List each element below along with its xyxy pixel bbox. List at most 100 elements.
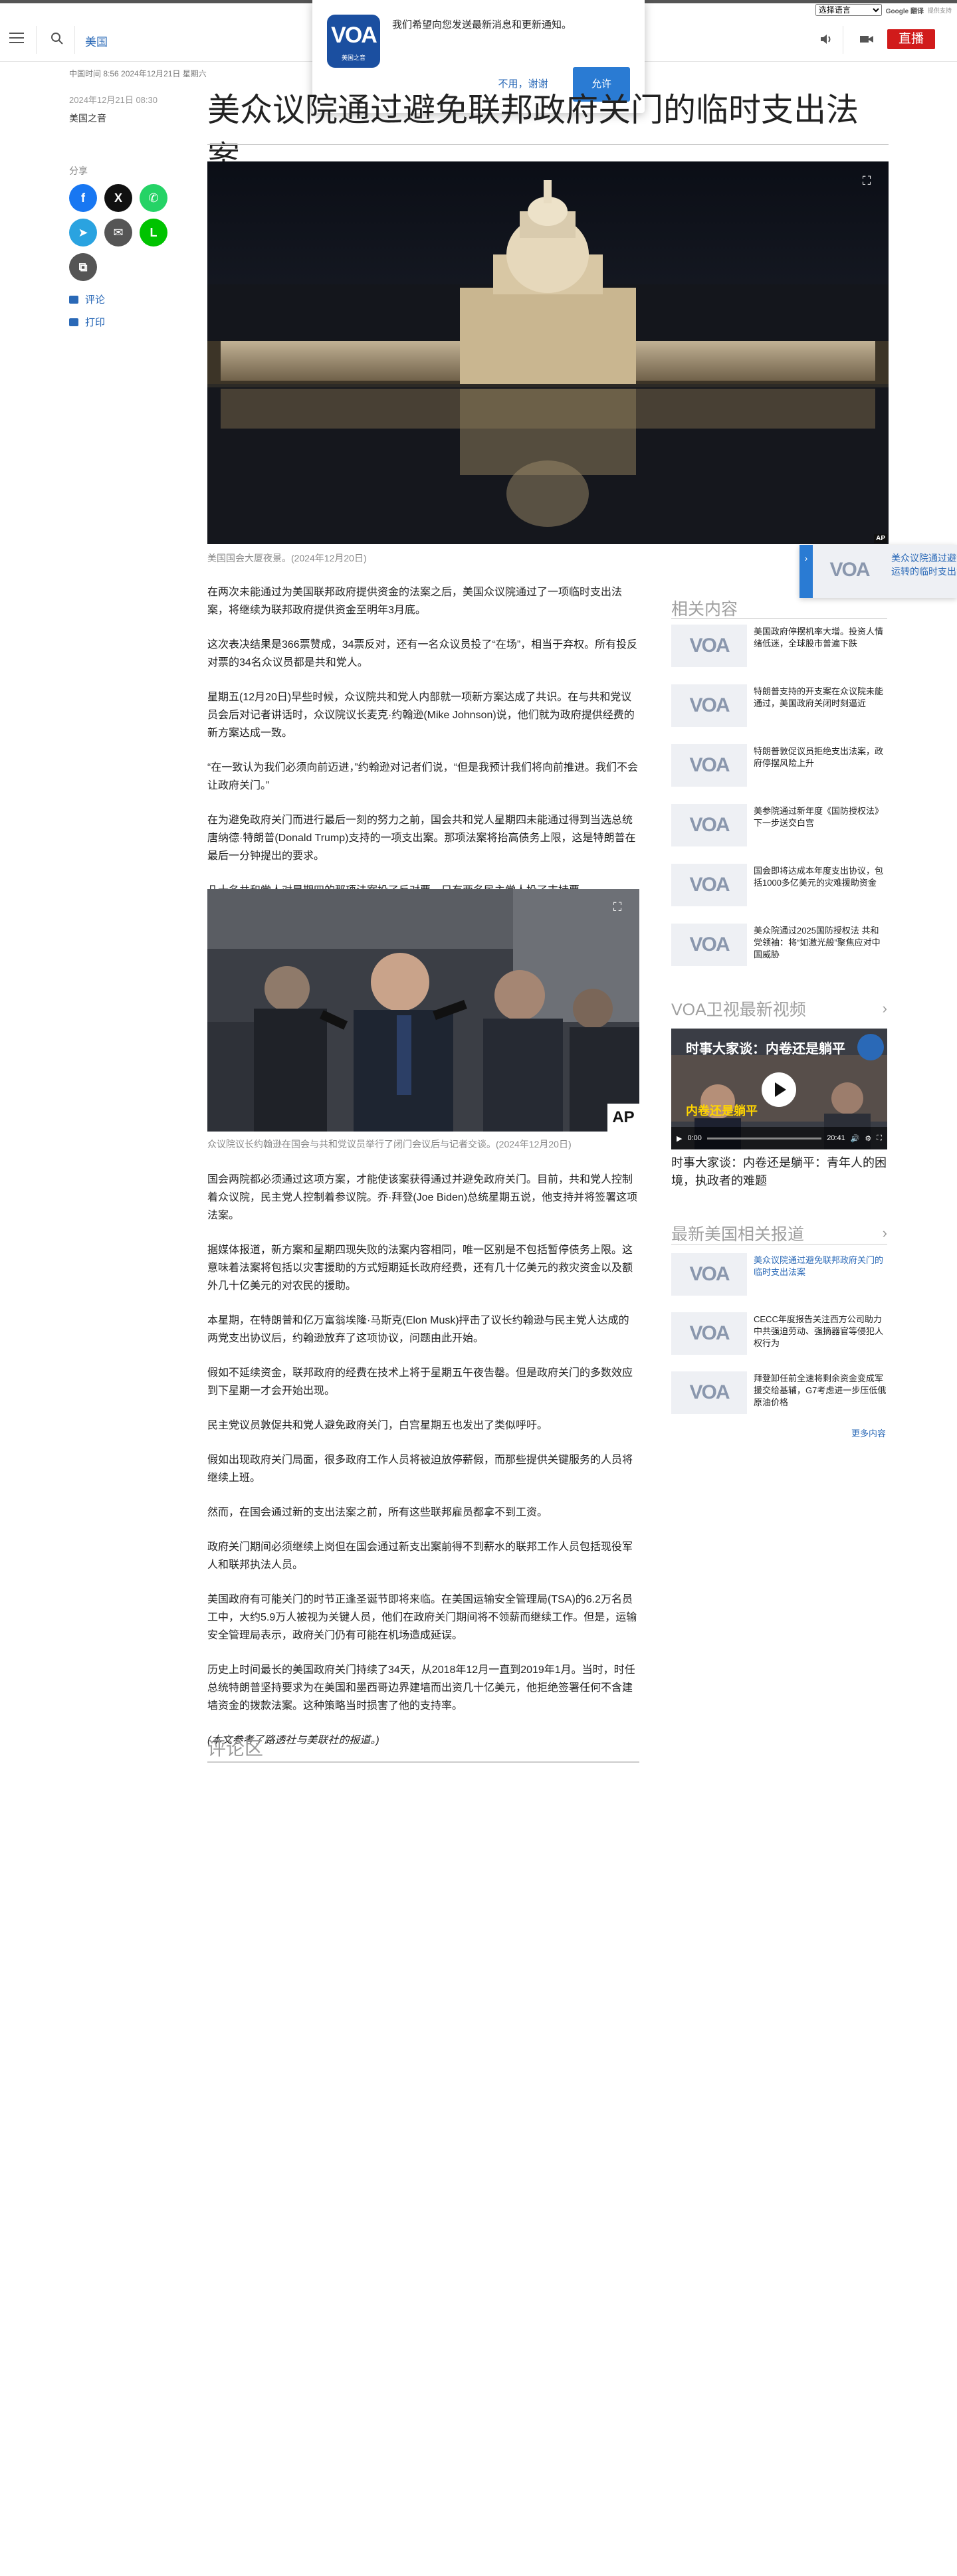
headline-divider <box>207 144 889 145</box>
comments-link[interactable]: 评论 <box>69 292 105 306</box>
photo-credit: AP <box>874 534 887 543</box>
video-caption[interactable]: 时事大家谈：内卷还是躺平：青年人的困境，执政者的难题 <box>671 1154 891 1190</box>
voa-logo: VOA 美国之音 <box>327 15 380 68</box>
email-share-button[interactable]: ✉ <box>104 219 132 247</box>
voa-thumbnail: VOA <box>671 924 747 966</box>
facebook-share-button[interactable]: f <box>69 184 97 212</box>
latest-item[interactable]: VOA 美众议院通过避免联邦政府关门的临时支出法案 <box>671 1253 887 1298</box>
video-progress-bar[interactable] <box>706 1137 822 1139</box>
print-link-label: 打印 <box>85 317 106 328</box>
audio-icon[interactable] <box>819 32 833 47</box>
print-link[interactable]: 打印 <box>69 315 105 329</box>
share-label: 分享 <box>69 165 88 176</box>
whatsapp-share-button[interactable]: ✆ <box>140 184 167 212</box>
settings-icon[interactable]: ⚙ <box>865 1134 871 1143</box>
comments-link-label: 评论 <box>85 294 106 306</box>
sticky-title-line: 美众议院通过避免联邦政 <box>891 553 957 563</box>
article-paragraph: 国会两院都必须通过这项方案，才能使该案获得通过并避免政府关门。目前，共和党人控制… <box>207 1174 638 1221</box>
related-item[interactable]: VOA 特朗普敦促议员拒绝支出法案，政府停摆风险上升 <box>671 744 887 789</box>
publish-date: 2024年12月21日 08:30 <box>69 95 158 105</box>
voa-thumbnail: VOA <box>671 744 747 787</box>
live-button[interactable]: 直播 <box>887 29 935 49</box>
notification-message: 我们希望向您发送最新消息和更新通知。 <box>392 19 572 31</box>
expand-image-icon[interactable]: ⛶ <box>607 897 627 917</box>
comments-heading: 评论区 <box>207 1738 264 1759</box>
google-translate-widget: 选择语言 Google 翻译 提供支持 <box>815 4 952 16</box>
article-paragraph: 本星期，在特朗普和亿万富翁埃隆·马斯克(Elon Musk)抨击了议长约翰逊与民… <box>207 1315 629 1344</box>
line-share-button[interactable]: L <box>140 219 167 247</box>
video-heading-text: VOA卫视最新视频 <box>671 1001 806 1019</box>
copy-link-button[interactable]: ⧉ <box>69 253 97 281</box>
facebook-icon: f <box>81 191 85 205</box>
related-item-title: 美国政府停摆机率大增。投资人情绪低迷，全球股市普遍下跌 <box>754 627 884 648</box>
nav-divider <box>36 26 37 54</box>
video-controls: ▶ 0:00 20:41 🔊 ⚙ ⛶ <box>671 1127 887 1149</box>
video-total-time: 20:41 <box>827 1134 845 1142</box>
article-body-part-b: 国会两院都必须通过这项方案，才能使该案获得通过并避免政府关门。目前，共和党人控制… <box>207 1171 639 1766</box>
voa-thumbnail: VOA <box>671 625 747 667</box>
article-paragraph: 美国政府有可能关门的时节正逢圣诞节即将来临。在美国运输安全管理局(TSA)的6.… <box>207 1594 637 1641</box>
related-item[interactable]: VOA 国会即将达成本年度支出协议，包括1000多亿美元的灾难援助资金 <box>671 864 887 909</box>
video-section-heading[interactable]: VOA卫视最新视频 › <box>671 997 887 1021</box>
hamburger-menu-icon[interactable] <box>9 33 24 45</box>
voa-thumbnail: VOA <box>671 804 747 846</box>
voa-logo-text: VOA <box>331 23 377 48</box>
play-icon[interactable]: ▶ <box>677 1134 682 1143</box>
article-paragraph: 历史上时间最长的美国政府关门持续了34天，从2018年12月一直到2019年1月… <box>207 1664 635 1712</box>
video-overlay-subtitle: 内卷还是躺平 <box>686 1104 758 1118</box>
latest-item[interactable]: VOA 拜登卸任前全速将剩余资金变成军援交给基辅，G7考虑进一步压低俄原油价格 <box>671 1371 887 1417</box>
more-content-link[interactable]: 更多内容 <box>851 1427 886 1439</box>
photo-credit: AP <box>607 1104 639 1132</box>
copy-icon: ⧉ <box>78 260 88 274</box>
related-item[interactable]: VOA 美参院通过新年度《国防授权法》 下一步送交白宫 <box>671 804 887 849</box>
related-item[interactable]: VOA 特朗普支持的开支案在众议院未能通过，美国政府关闭时刻逼近 <box>671 684 887 730</box>
x-share-button[interactable]: X <box>104 184 132 212</box>
volume-icon[interactable]: 🔊 <box>851 1134 860 1143</box>
voa-thumbnail: VOA <box>819 551 879 589</box>
whatsapp-icon: ✆ <box>148 191 159 205</box>
author-link[interactable]: 美国之音 <box>69 112 106 125</box>
capitol-illustration <box>207 161 889 544</box>
search-icon[interactable] <box>50 31 64 46</box>
inline-image-johnson: ⛶ AP <box>207 889 639 1132</box>
video-current-time: 0:00 <box>687 1134 702 1142</box>
voa-thumbnail: VOA <box>671 684 747 727</box>
latest-item[interactable]: VOA CECC年度报告关注西方公司助力中共强迫劳动、强摘器官等侵犯人权行为 <box>671 1312 887 1357</box>
sticky-title-line: 运转的临时支出法案 <box>891 566 957 577</box>
section-link-us[interactable]: 美国 <box>85 33 108 49</box>
x-icon: X <box>114 191 122 205</box>
play-button[interactable] <box>762 1072 796 1107</box>
related-item[interactable]: VOA 美众院通过2025国防授权法 共和党领袖：将“如激光般”聚焦应对中国威胁 <box>671 924 887 969</box>
article-paragraph: 政府关门期间必须继续上岗但在国会通过新支出案前得不到薪水的联邦工作人员包括现役军… <box>207 1541 633 1571</box>
google-translate-link[interactable]: Google 翻译 <box>886 5 924 15</box>
related-item-title: 美众院通过2025国防授权法 共和党领袖：将“如激光般”聚焦应对中国威胁 <box>754 926 881 959</box>
sticky-collapse-tab[interactable]: › <box>799 545 813 598</box>
expand-image-icon[interactable]: ⛶ <box>857 171 877 191</box>
voa-thumbnail: VOA <box>671 1312 747 1355</box>
email-icon: ✉ <box>113 226 124 239</box>
related-item-title: 美参院通过新年度《国防授权法》 下一步送交白宫 <box>754 806 884 828</box>
article-body-part-a: 在两次未能通过为美国联邦政府提供资金的法案之后，美国众议院通过了一项临时支出法案… <box>207 583 639 916</box>
comment-icon <box>69 295 78 304</box>
line-icon: L <box>150 226 158 239</box>
article-paragraph: “在一致认为我们必须向前迈进，”约翰逊对记者们说，“但是我预计我们将向前推进。我… <box>207 762 638 791</box>
voa-thumbnail: VOA <box>671 864 747 906</box>
inline-image-caption: 众议院议长约翰逊在国会与共和党议员举行了闭门会议后与记者交谈。(2024年12月… <box>207 1139 572 1149</box>
language-select[interactable]: 选择语言 <box>815 4 882 16</box>
latest-us-heading[interactable]: 最新美国相关报道 › <box>671 1221 887 1245</box>
related-content-heading: 相关内容 <box>671 596 887 620</box>
dateline: 中国时间 8:56 2024年12月21日 星期六 <box>69 69 207 78</box>
sticky-article-card[interactable]: › VOA 美众议院通过避免联邦政 运转的临时支出法案 <box>799 545 957 598</box>
sticky-article-title: 美众议院通过避免联邦政 运转的临时支出法案 <box>891 551 957 578</box>
latest-item-title: 美众议院通过避免联邦政府关门的临时支出法案 <box>754 1255 884 1277</box>
article-paragraph: 在为避免政府关门而进行最后一刻的努力之前，国会共和党人星期四未能通过得到当选总统… <box>207 815 636 862</box>
related-item-title: 特朗普支持的开支案在众议院未能通过，美国政府关闭时刻逼近 <box>754 686 884 708</box>
article-paragraph: 在两次未能通过为美国联邦政府提供资金的法案之后，美国众议院通过了一项临时支出法案… <box>207 587 623 616</box>
video-player[interactable]: 时事大家谈：内卷还是躺平 内卷还是躺平 ▶ 0:00 20:41 🔊 ⚙ ⛶ <box>671 1029 887 1149</box>
voa-logo-subtext: 美国之音 <box>341 54 366 61</box>
nav-divider <box>74 26 75 54</box>
video-camera-icon[interactable] <box>859 32 875 47</box>
related-item[interactable]: VOA 美国政府停摆机率大增。投资人情绪低迷，全球股市普遍下跌 <box>671 625 887 670</box>
fullscreen-icon[interactable]: ⛶ <box>877 1134 882 1143</box>
telegram-share-button[interactable]: ➤ <box>69 219 97 247</box>
